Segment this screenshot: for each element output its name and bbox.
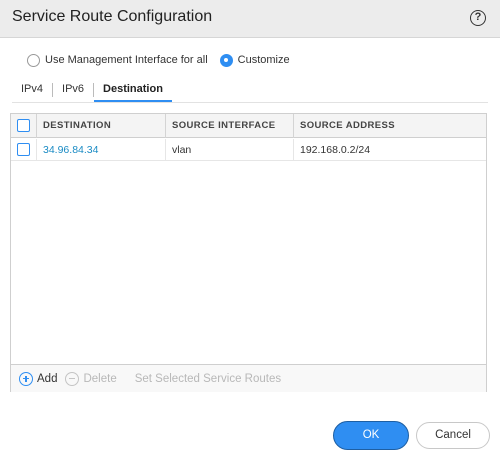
row-checkbox[interactable] [17, 143, 30, 156]
row-source-address: 192.168.0.2/24 [293, 139, 486, 161]
select-all-checkbox[interactable] [17, 119, 30, 132]
radio-use-management-interface[interactable]: Use Management Interface for all [27, 53, 208, 67]
radio-label-customize: Customize [237, 54, 290, 66]
row-destination-link[interactable]: 34.96.84.34 [36, 139, 165, 161]
tab-ipv6[interactable]: IPv6 [53, 80, 93, 102]
table-toolbar: Add Delete Set Selected Service Routes [11, 364, 486, 392]
add-button[interactable]: Add [19, 371, 58, 386]
service-route-dialog: Service Route Configuration ? Use Manage… [0, 0, 500, 465]
column-header-source-address[interactable]: SOURCE ADDRESS [293, 114, 486, 138]
delete-button-label: Delete [83, 372, 117, 385]
column-header-source-interface[interactable]: SOURCE INTERFACE [165, 114, 293, 138]
tab-destination[interactable]: Destination [94, 80, 172, 102]
radio-button-unchecked-icon[interactable] [27, 53, 40, 67]
delete-button[interactable]: Delete [65, 371, 117, 386]
route-mode-radio-group: Use Management Interface for all Customi… [27, 52, 302, 68]
row-source-interface: vlan [165, 139, 293, 161]
radio-customize[interactable]: Customize [219, 53, 290, 67]
table-header: DESTINATION SOURCE INTERFACE SOURCE ADDR… [11, 114, 486, 138]
table-row[interactable]: 34.96.84.34 vlan 192.168.0.2/24 [11, 139, 486, 161]
column-header-destination[interactable]: DESTINATION [36, 114, 165, 138]
set-selected-service-routes-button[interactable]: Set Selected Service Routes [135, 373, 281, 385]
cancel-button[interactable]: Cancel [416, 422, 490, 449]
add-icon [19, 371, 33, 386]
ok-button[interactable]: OK [333, 421, 409, 450]
dialog-title: Service Route Configuration [12, 8, 213, 25]
radio-label-use-management: Use Management Interface for all [45, 54, 208, 66]
radio-button-checked-icon[interactable] [219, 53, 233, 67]
delete-icon [65, 371, 80, 386]
tab-ipv4[interactable]: IPv4 [12, 80, 52, 102]
add-button-label: Add [37, 372, 58, 385]
help-icon[interactable]: ? [470, 10, 486, 26]
tab-bar: IPv4 IPv6 Destination [12, 80, 172, 102]
dialog-titlebar: Service Route Configuration ? [0, 0, 500, 38]
tab-underline-divider [12, 102, 488, 103]
destination-table: DESTINATION SOURCE INTERFACE SOURCE ADDR… [10, 113, 487, 392]
